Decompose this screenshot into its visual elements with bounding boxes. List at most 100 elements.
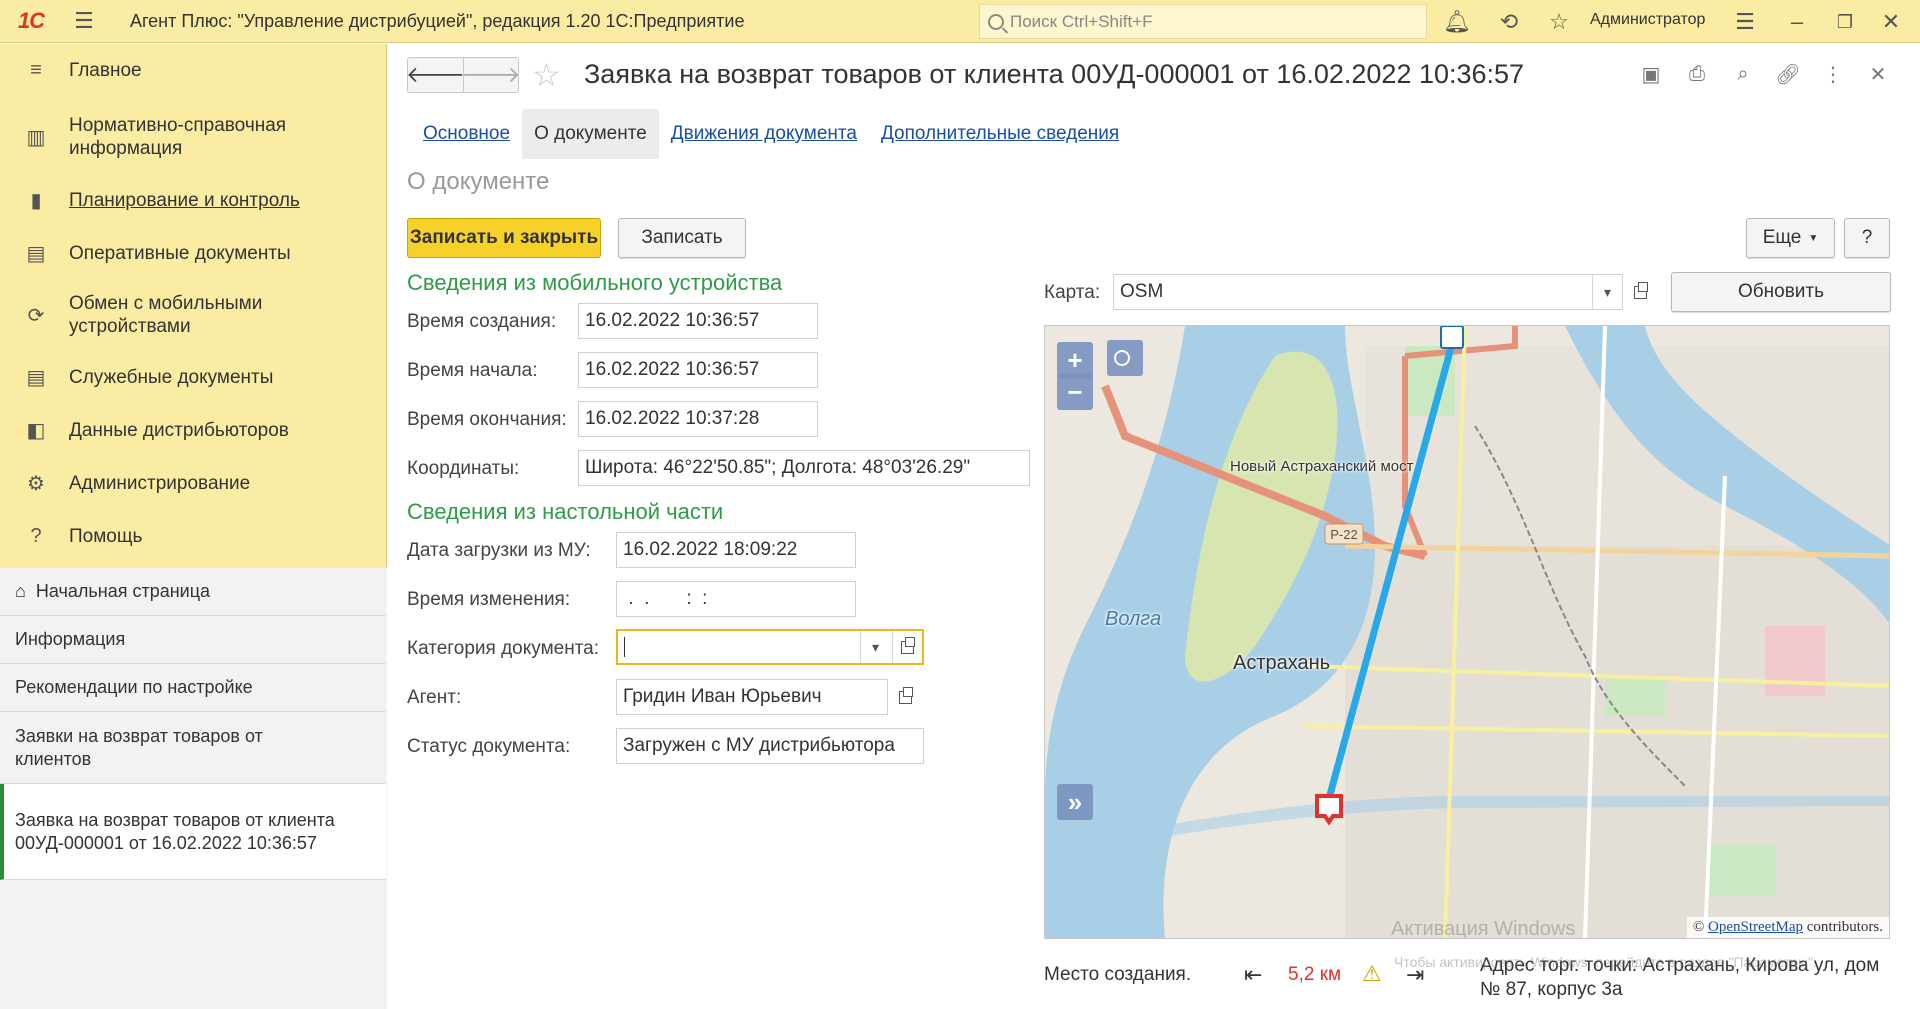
sidebar-item-operational[interactable]: ▤ Оперативные документы [0, 233, 387, 273]
start-label: Время начала: [407, 360, 538, 381]
sidebar-item-mobile-exchange[interactable]: ⟳ Обмен с мобильными устройствами [0, 290, 387, 340]
desktop-group-title: Сведения из настольной части [407, 499, 724, 524]
print-icon[interactable]: ⎙ [1684, 61, 1710, 87]
agent-open-button[interactable] [890, 679, 920, 715]
star-icon[interactable]: ☆ [1545, 8, 1573, 36]
chevron-down-icon: ▼ [1808, 232, 1819, 244]
history-nav: 🡐 🡒 [406, 57, 521, 93]
expand-panel-button[interactable]: » [1057, 784, 1093, 820]
refresh-map-button[interactable]: Обновить [1671, 272, 1891, 312]
minimize-icon[interactable]: – [1783, 8, 1811, 36]
app-logo: 1С [17, 8, 45, 33]
category-dropdown-button[interactable]: ▾ [860, 631, 890, 663]
sidebar-item-main[interactable]: ≡ Главное [0, 50, 387, 90]
open-window-home[interactable]: ⌂ Начальная страница [0, 568, 386, 616]
osm-map[interactable]: Р-22 Новый Астраханский мост Волга Астра… [1044, 325, 1890, 939]
open-window-recommendations[interactable]: Рекомендации по настройке [0, 664, 386, 712]
map-search-button[interactable] [1107, 340, 1143, 376]
open-window-return-list[interactable]: Заявки на возврат товаров от клиентов [0, 712, 386, 784]
history-icon[interactable]: ⟲ [1495, 8, 1523, 36]
attribution-text: contributors. [1806, 919, 1883, 935]
main-menu-icon[interactable]: ☰ [62, 0, 106, 43]
city-label: Астрахань [1233, 652, 1331, 674]
changed-field[interactable]: . . : : [616, 581, 856, 617]
changed-label: Время изменения: [407, 589, 571, 610]
coords-label: Координаты: [407, 458, 520, 479]
save-and-close-button[interactable]: Записать и закрыть [407, 218, 601, 258]
sidebar-item-catalog[interactable]: ▥ Нормативно-справочная информация [0, 112, 387, 162]
osm-link[interactable]: OpenStreetMap [1708, 919, 1803, 935]
forward-button[interactable]: 🡒 [462, 58, 521, 92]
tab-main[interactable]: Основное [411, 109, 522, 159]
category-open-button[interactable] [892, 631, 922, 663]
save-button[interactable]: Записать [618, 218, 746, 258]
sidebar-item-label: Главное [69, 59, 142, 81]
help-button[interactable]: ? [1844, 218, 1890, 258]
tab-about-document[interactable]: О документе [522, 109, 659, 159]
agent-field[interactable]: Гридин Иван Юрьевич [616, 679, 888, 715]
chart-icon: ▮ [30, 189, 42, 212]
more-label: Еще [1762, 227, 1802, 248]
search-input[interactable]: Поиск Ctrl+Shift+F [979, 4, 1427, 39]
section-title: О документе [407, 168, 550, 195]
sidebar: ≡ Главное ▥ Нормативно-справочная информ… [0, 44, 387, 1009]
restore-icon[interactable]: ❐ [1831, 8, 1859, 36]
created-field[interactable]: 16.02.2022 10:36:57 [578, 303, 818, 339]
warning-icon: ⚠ [1362, 961, 1382, 986]
chevron-down-icon[interactable]: ▾ [1592, 275, 1622, 309]
search-placeholder: Поиск Ctrl+Shift+F [1010, 11, 1153, 31]
back-button[interactable]: 🡐 [406, 58, 465, 92]
settings-icon[interactable]: ☰ [1731, 8, 1759, 36]
sidebar-item-admin[interactable]: ⚙ Администрирование [0, 463, 387, 503]
end-field[interactable]: 16.02.2022 10:37:28 [578, 401, 818, 437]
bridge-label: Новый Астраханский мост [1230, 458, 1414, 475]
category-field[interactable]: ▾ [616, 629, 924, 665]
user-name[interactable]: Администратор [1590, 11, 1705, 29]
close-form-icon[interactable]: ✕ [1865, 61, 1891, 87]
tab-additional-info[interactable]: Дополнительные сведения [869, 109, 1131, 159]
preview-icon[interactable]: ⌕ [1730, 61, 1756, 87]
form-tabs: Основное О документе Движения документа … [411, 109, 1131, 159]
save-icon[interactable]: ▣ [1638, 61, 1664, 87]
map-type-label: Карта: [1044, 282, 1101, 303]
mobile-group-title: Сведения из мобильного устройства [407, 270, 783, 295]
load-date-label: Дата загрузки из МУ: [407, 540, 591, 561]
end-label: Время окончания: [407, 409, 567, 430]
open-window-info[interactable]: Информация [0, 616, 386, 664]
sidebar-item-planning[interactable]: ▮ Планирование и контроль [0, 180, 387, 220]
load-date-field[interactable]: 16.02.2022 18:09:22 [616, 532, 856, 568]
close-icon[interactable]: ✕ [1877, 8, 1905, 36]
zoom-out-button[interactable]: − [1057, 374, 1093, 410]
more-actions-icon[interactable]: ⋮ [1820, 61, 1846, 87]
open-icon [901, 636, 915, 654]
bell-icon[interactable]: 🔔︎ [1443, 8, 1471, 36]
document-form: 🡐 🡒 ☆ Заявка на возврат товаров от клиен… [388, 44, 1920, 1009]
open-window-current-doc[interactable]: Заявка на возврат товаров от клиента 00У… [0, 784, 386, 880]
documents-icon: ▤ [26, 242, 46, 265]
sidebar-item-label: Планирование и контроль [69, 189, 300, 211]
map-open-button[interactable] [1625, 274, 1655, 310]
open-window-label: Информация [15, 629, 126, 649]
open-window-label: Начальная страница [35, 581, 211, 601]
text-caret [624, 637, 625, 657]
open-window-label: Заявка на возврат товаров от клиента 00У… [15, 809, 335, 853]
distance-value: 5,2 км [1288, 964, 1342, 985]
tab-document-movements[interactable]: Движения документа [659, 109, 869, 159]
category-label: Категория документа: [407, 638, 600, 659]
favorite-star-icon[interactable]: ☆ [532, 56, 561, 94]
service-docs-icon: ▤ [26, 366, 46, 389]
sidebar-item-help[interactable]: ? Помощь [0, 516, 387, 556]
sidebar-item-label: Обмен с мобильными устройствами [69, 293, 263, 337]
sidebar-item-service[interactable]: ▤ Служебные документы [0, 357, 387, 397]
more-button[interactable]: Еще ▼ [1746, 218, 1835, 258]
start-field[interactable]: 16.02.2022 10:36:57 [578, 352, 818, 388]
status-field[interactable]: Загружен с МУ дистрибьютора [616, 728, 924, 764]
coords-field[interactable]: Широта: 46°22'50.85"; Долгота: 48°03'26.… [578, 450, 1030, 486]
distance-left-arrow-icon: ⇤ [1244, 962, 1263, 987]
map-type-select[interactable]: OSM ▾ [1113, 274, 1623, 310]
sync-icon: ⟳ [27, 304, 45, 327]
zoom-in-button[interactable]: + [1057, 342, 1093, 378]
sidebar-item-distributors[interactable]: ◧ Данные дистрибьюторов [0, 410, 387, 450]
link-icon[interactable]: 🔗︎ [1775, 61, 1801, 87]
open-icon [1633, 281, 1648, 299]
